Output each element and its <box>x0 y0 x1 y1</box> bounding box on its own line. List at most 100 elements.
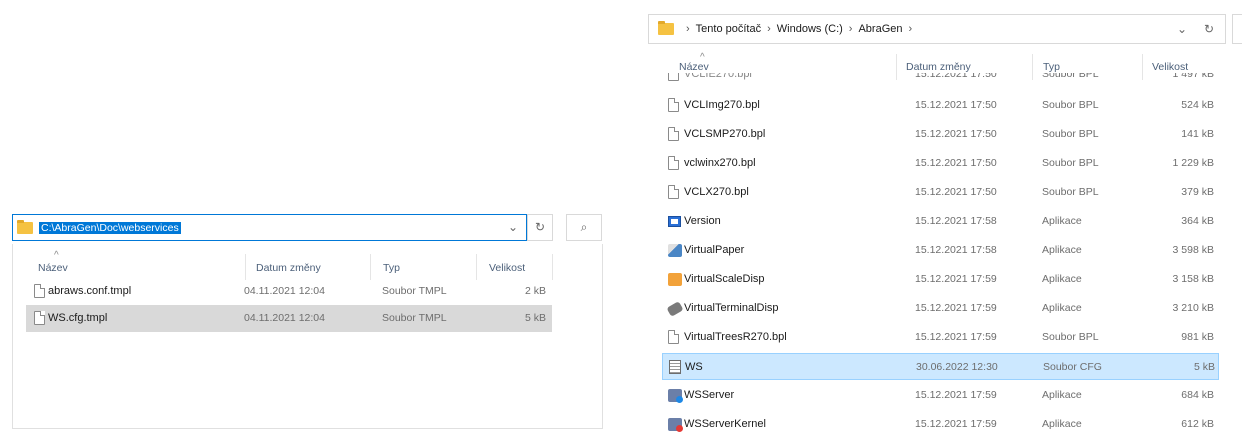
document-icon <box>668 127 679 141</box>
file-name: Version <box>684 215 721 227</box>
file-type: Soubor BPL <box>1042 128 1099 140</box>
document-icon <box>668 156 679 170</box>
scale-icon <box>668 273 682 286</box>
chevron-down-icon[interactable]: ⌄ <box>503 216 523 238</box>
right-address-bar[interactable]: › Tento počítač › Windows (C:) › AbraGen… <box>648 14 1226 44</box>
virtual-paper-icon <box>668 244 682 257</box>
file-name: VirtualPaper <box>684 244 745 256</box>
server-kernel-icon <box>668 418 683 432</box>
left-header-name[interactable]: Název <box>38 262 68 274</box>
file-size: 3 158 kB <box>1172 273 1214 285</box>
file-type: Soubor TMPL <box>382 285 447 297</box>
right-row-version[interactable]: Version 15.12.2021 17:58 Aplikace 364 kB <box>662 208 1219 235</box>
file-type: Aplikace <box>1042 244 1082 256</box>
file-type: Soubor TMPL <box>382 312 447 324</box>
document-icon <box>668 98 679 112</box>
file-type: Soubor BPL <box>1042 157 1099 169</box>
left-header-divider[interactable] <box>370 254 371 280</box>
file-date: 15.12.2021 17:50 <box>915 73 997 80</box>
file-date: 30.06.2022 12:30 <box>916 361 998 373</box>
document-icon <box>668 330 679 344</box>
breadcrumb-windows-c[interactable]: Windows (C:) <box>777 23 843 35</box>
file-size: 379 kB <box>1181 186 1214 198</box>
right-header-date[interactable]: Datum změny <box>906 61 971 73</box>
search-icon[interactable]: ⌕ <box>566 214 602 241</box>
breadcrumb-chevron-icon[interactable]: › <box>849 23 853 35</box>
right-row-vclimg270-bpl[interactable]: VCLImg270.bpl 15.12.2021 17:50 Soubor BPL 5… <box>662 92 1219 119</box>
breadcrumb-chevron-icon[interactable]: › <box>767 23 771 35</box>
file-size: 5 kB <box>524 312 546 324</box>
file-name: WS.cfg.tmpl <box>48 312 108 324</box>
document-icon <box>34 284 45 298</box>
breadcrumb-abragen[interactable]: AbraGen <box>858 23 902 35</box>
right-search-box-edge[interactable] <box>1232 14 1242 44</box>
server-icon <box>668 389 683 403</box>
refresh-icon[interactable]: ↻ <box>527 214 553 241</box>
right-header-name[interactable]: Název <box>679 61 709 73</box>
left-header-date[interactable]: Datum změny <box>256 262 321 274</box>
terminal-icon <box>666 301 684 317</box>
file-date: 15.12.2021 17:59 <box>915 302 997 314</box>
left-row-ws-cfg[interactable]: WS.cfg.tmpl 04.11.2021 12:04 Soubor TMPL… <box>26 305 552 332</box>
file-size: 524 kB <box>1181 99 1214 111</box>
file-type: Aplikace <box>1042 302 1082 314</box>
file-name: WSServer <box>684 389 735 401</box>
file-type: Soubor BPL <box>1042 186 1099 198</box>
file-size: 1 229 kB <box>1172 157 1214 169</box>
breadcrumb-this-pc[interactable]: Tento počítač <box>696 23 761 35</box>
file-size: 684 kB <box>1181 389 1214 401</box>
file-name: VCLX270.bpl <box>684 186 749 198</box>
application-icon <box>668 216 681 227</box>
folder-icon <box>17 219 33 234</box>
file-name: vclwinx270.bpl <box>684 157 756 169</box>
file-name: VCLIE270.bpl <box>684 73 752 80</box>
file-type: Aplikace <box>1042 215 1082 227</box>
left-header-divider[interactable] <box>476 254 477 280</box>
right-header-type[interactable]: Typ <box>1043 61 1060 73</box>
chevron-down-icon[interactable]: ⌄ <box>1172 18 1192 40</box>
file-name: VirtualScaleDisp <box>684 273 765 285</box>
file-name: WS <box>685 361 703 373</box>
left-header-divider[interactable] <box>245 254 246 280</box>
right-header-size[interactable]: Velikost <box>1152 61 1188 73</box>
file-date: 15.12.2021 17:58 <box>915 215 997 227</box>
left-address-bar[interactable]: C:\AbraGen\Doc\webservices <box>12 214 527 241</box>
breadcrumb-chevron-icon[interactable]: › <box>909 23 913 35</box>
breadcrumb-chevron-icon[interactable]: › <box>686 23 690 35</box>
left-header-size[interactable]: Velikost <box>489 262 525 274</box>
right-row-virtualscaledisp[interactable]: VirtualScaleDisp 15.12.2021 17:59 Aplikace… <box>662 266 1219 293</box>
right-row-wsserver[interactable]: WSServer 15.12.2021 17:59 Aplikace 684 kB <box>662 382 1219 409</box>
right-row-virtualpaper[interactable]: VirtualPaper 15.12.2021 17:58 Aplikace 3 59… <box>662 237 1219 264</box>
file-size: 141 kB <box>1181 128 1214 140</box>
file-size: 1 497 kB <box>1172 73 1214 80</box>
right-row-virtualterminaldisp[interactable]: VirtualTerminalDisp 15.12.2021 17:59 Aplik… <box>662 295 1219 322</box>
right-row-vclx270-bpl[interactable]: VCLX270.bpl 15.12.2021 17:50 Soubor BPL 379… <box>662 179 1219 206</box>
file-name: abraws.conf.tmpl <box>48 285 132 297</box>
file-name: VirtualTerminalDisp <box>684 302 779 314</box>
refresh-icon[interactable]: ↻ <box>1198 18 1220 40</box>
left-header-type[interactable]: Typ <box>383 262 400 274</box>
file-type: Soubor CFG <box>1043 361 1102 373</box>
right-row-vclwinx270-bpl[interactable]: vclwinx270.bpl 15.12.2021 17:50 Soubor BPL… <box>662 150 1219 177</box>
left-address-path[interactable]: C:\AbraGen\Doc\webservices <box>39 221 181 234</box>
document-icon <box>34 311 45 325</box>
right-partial-row-clip: VCLIE270.bpl 15.12.2021 17:50 Soubor BPL… <box>662 73 1222 82</box>
folder-icon <box>658 21 674 35</box>
right-row-vclsmp270-bpl[interactable]: VCLSMP270.bpl 15.12.2021 17:50 Soubor BPL 1… <box>662 121 1219 148</box>
file-date: 15.12.2021 17:50 <box>915 157 997 169</box>
right-row-virtualtreesr270-bpl[interactable]: VirtualTreesR270.bpl 15.12.2021 17:59 Soub… <box>662 324 1219 351</box>
file-size: 981 kB <box>1181 331 1214 343</box>
file-name: VCLSMP270.bpl <box>684 128 766 140</box>
file-type: Aplikace <box>1042 389 1082 401</box>
config-file-icon <box>669 360 681 374</box>
right-row-ws[interactable]: WS 30.06.2022 12:30 Soubor CFG 5 kB <box>662 353 1219 380</box>
file-name: VirtualTreesR270.bpl <box>684 331 787 343</box>
file-type: Aplikace <box>1042 273 1082 285</box>
file-date: 15.12.2021 17:50 <box>915 186 997 198</box>
file-size: 2 kB <box>524 285 546 297</box>
left-header-divider[interactable] <box>552 254 553 280</box>
file-date: 15.12.2021 17:59 <box>915 389 997 401</box>
left-row-abraws[interactable]: abraws.conf.tmpl 04.11.2021 12:04 Soubor… <box>26 278 552 305</box>
file-size: 3 598 kB <box>1172 244 1214 256</box>
file-type: Soubor BPL <box>1042 331 1099 343</box>
